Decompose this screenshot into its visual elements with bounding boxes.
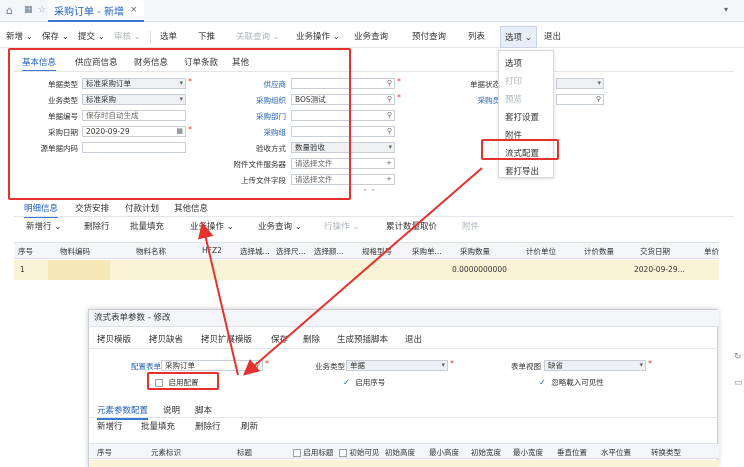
arrow-to-dialog: [242, 167, 483, 376]
arrow-to-header: [197, 222, 239, 376]
annotation-arrows: [197, 167, 483, 376]
